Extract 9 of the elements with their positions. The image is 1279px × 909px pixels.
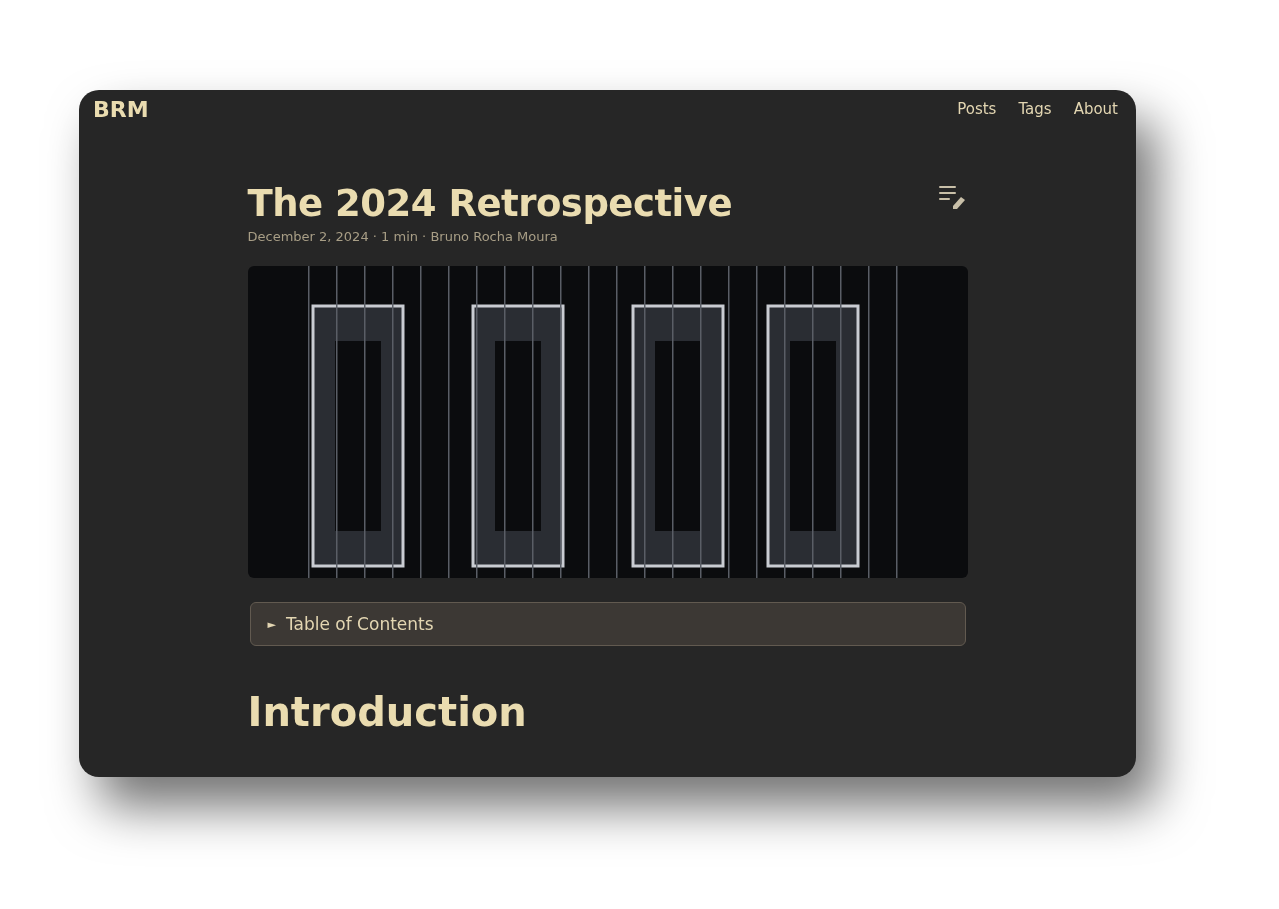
- post-meta: December 2, 2024 · 1 min · Bruno Rocha Moura: [247, 229, 559, 244]
- nav-link[interactable]: About: [1073, 100, 1118, 118]
- section-heading: Introduction: [247, 690, 528, 734]
- table-of-contents[interactable]: ► Table of Contents: [249, 602, 966, 646]
- nav-link[interactable]: Tags: [1018, 100, 1052, 118]
- edit-list-icon[interactable]: [937, 184, 966, 210]
- site-logo[interactable]: BRM: [93, 96, 149, 122]
- post-title: The 2024 Retrospective: [247, 182, 732, 226]
- nav-link[interactable]: Posts: [957, 100, 997, 118]
